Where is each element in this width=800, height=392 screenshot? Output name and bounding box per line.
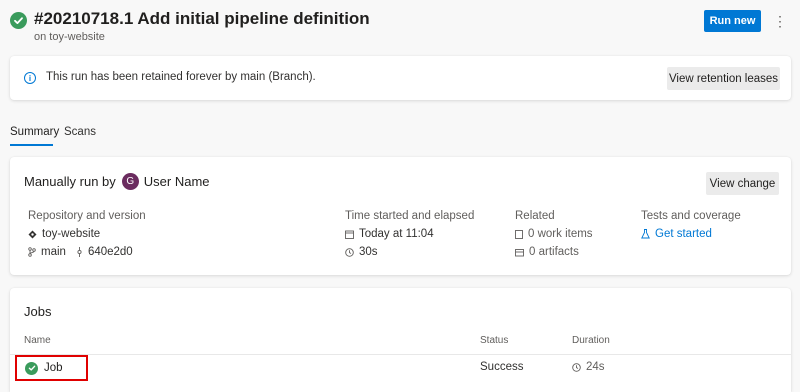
duration-clock-icon [572, 362, 581, 372]
retention-message: This run has been retained forever by ma… [46, 71, 316, 83]
tab-scans-label: Scans [64, 126, 96, 138]
job-name: Job [44, 362, 63, 374]
repository-name: toy-website [42, 228, 101, 240]
jobs-card: Jobs Name Status Duration Job Success 24… [10, 288, 791, 392]
artifact-icon [515, 248, 524, 257]
run-new-button[interactable]: Run new [704, 10, 761, 32]
tab-summary-label: Summary [10, 126, 60, 138]
run-status-icon [10, 12, 27, 29]
job-duration: 24s [572, 361, 605, 373]
repository-label: Repository and version [28, 210, 146, 222]
tab-selected-indicator [10, 144, 53, 146]
page-title: #20210718.1 Add initial pipeline definit… [34, 9, 370, 28]
repository-value[interactable]: toy-website [28, 228, 100, 240]
flask-icon [641, 229, 650, 239]
table-row[interactable]: Job Success 24s [10, 355, 791, 381]
tab-summary[interactable]: Summary [10, 124, 59, 146]
branch-name[interactable]: main [41, 246, 66, 258]
version-info: main 640e2d0 [28, 246, 133, 258]
commit-id[interactable]: 640e2d0 [88, 246, 133, 258]
job-duration-value: 24s [586, 361, 605, 373]
get-started-label: Get started [655, 228, 712, 240]
artifacts-value: 0 artifacts [529, 246, 579, 258]
more-actions-button[interactable]: ⋮ [772, 10, 788, 32]
repo-icon [28, 230, 37, 239]
tab-scans[interactable]: Scans [64, 124, 96, 138]
related-label: Related [515, 210, 555, 222]
manual-run-line: Manually run by G User Name [24, 173, 210, 190]
time-started-value: Today at 11:04 [359, 228, 434, 240]
clock-icon [345, 247, 354, 257]
run-summary-card: Manually run by G User Name View change … [10, 157, 791, 275]
manual-run-prefix: Manually run by [24, 174, 116, 189]
calendar-icon [345, 230, 354, 239]
job-success-icon [25, 361, 38, 375]
work-items[interactable]: 0 work items [515, 228, 593, 240]
time-elapsed-value: 30s [359, 246, 378, 258]
get-started-link[interactable]: Get started [641, 228, 712, 240]
time-started: Today at 11:04 [345, 228, 434, 240]
time-elapsed: 30s [345, 246, 378, 258]
commit-icon [76, 247, 83, 257]
tests-label: Tests and coverage [641, 210, 741, 222]
view-change-button[interactable]: View change [706, 172, 779, 195]
page-subtitle: on toy-website [34, 31, 105, 43]
column-header-name: Name [24, 335, 51, 346]
work-item-icon [515, 229, 523, 239]
avatar: G [121, 173, 139, 190]
column-header-duration: Duration [572, 335, 610, 346]
branch-icon [28, 247, 36, 257]
work-items-value: 0 work items [528, 228, 593, 240]
artifacts[interactable]: 0 artifacts [515, 246, 579, 258]
view-retention-leases-button[interactable]: View retention leases [667, 67, 780, 90]
info-icon: i [24, 72, 36, 84]
job-name-cell[interactable]: Job [15, 355, 88, 381]
job-status: Success [480, 361, 524, 373]
column-header-status: Status [480, 335, 509, 346]
user-name[interactable]: User Name [144, 174, 210, 189]
time-label: Time started and elapsed [345, 210, 475, 222]
retention-banner: i This run has been retained forever by … [10, 56, 791, 100]
jobs-title: Jobs [24, 304, 52, 319]
